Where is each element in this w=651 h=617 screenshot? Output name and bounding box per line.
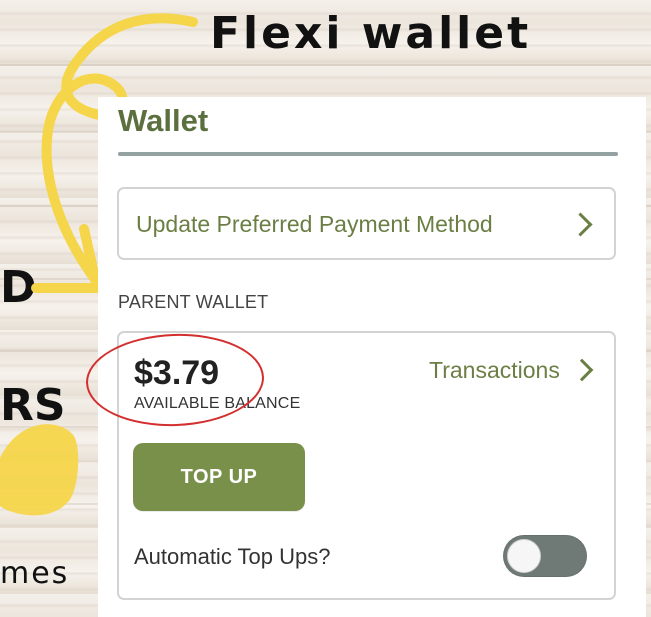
update-preferred-payment-method-button[interactable]: Update Preferred Payment Method <box>117 187 616 260</box>
toggle-knob <box>507 539 541 573</box>
annotation-left-fragment-1: D <box>0 262 37 313</box>
annotation-left-fragment-2: RS <box>0 380 66 431</box>
available-balance-value: $3.79 <box>134 354 220 392</box>
chevron-right-icon <box>570 358 594 382</box>
page-title: Wallet <box>118 103 209 138</box>
automatic-top-ups-label: Automatic Top Ups? <box>134 544 331 569</box>
parent-wallet-card: $3.79 AVAILABLE BALANCE Transactions TOP… <box>117 331 616 600</box>
yellow-highlight-blob <box>0 424 79 516</box>
annotation-headline: Flexi wallet <box>210 8 532 59</box>
top-up-button[interactable]: TOP UP <box>133 443 305 511</box>
chevron-right-icon <box>568 212 593 237</box>
transactions-label: Transactions <box>429 356 560 383</box>
plank-line-1 <box>0 64 651 66</box>
annotation-left-fragment-3: mes <box>0 556 70 591</box>
automatic-top-ups-toggle[interactable] <box>503 535 587 577</box>
transactions-link[interactable]: Transactions <box>429 356 594 384</box>
title-underline <box>118 152 618 156</box>
available-balance-label: AVAILABLE BALANCE <box>134 395 301 412</box>
parent-wallet-section-label: PARENT WALLET <box>118 292 269 312</box>
update-payment-label: Update Preferred Payment Method <box>136 211 493 237</box>
